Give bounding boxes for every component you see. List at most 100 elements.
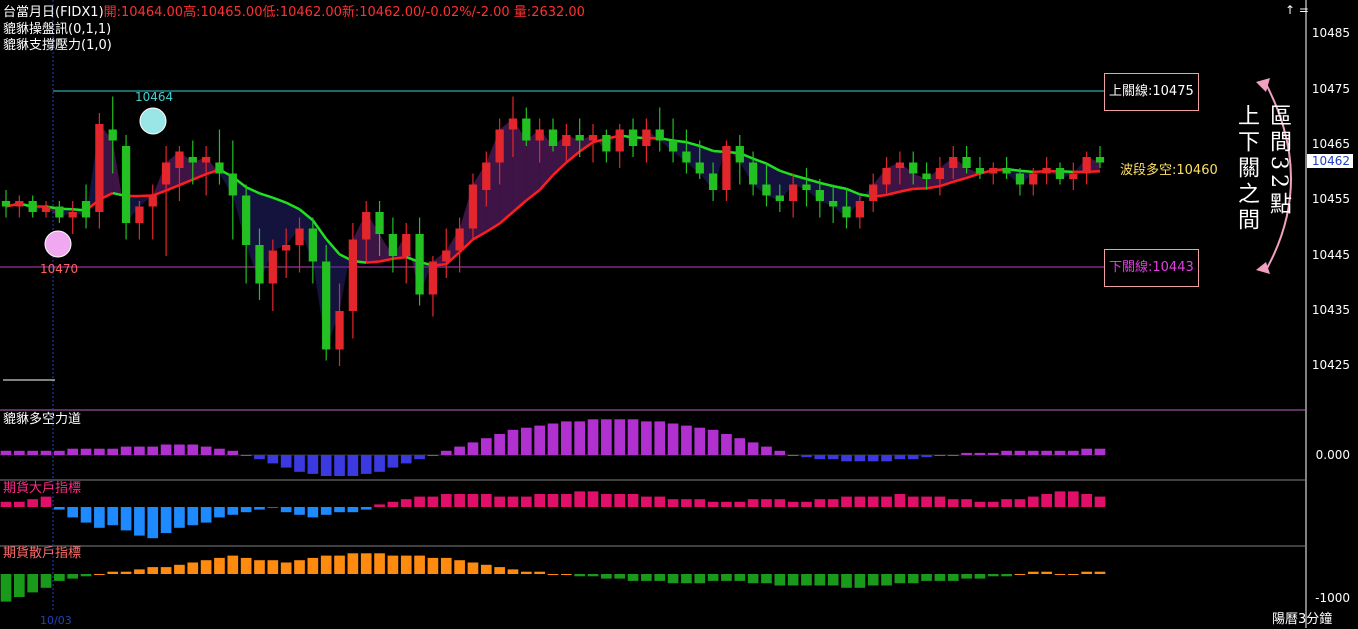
- retail-bar: [747, 574, 759, 584]
- arc-arrow-bottom-icon: [1256, 262, 1270, 274]
- candle-body: [148, 195, 157, 207]
- power-bar: [14, 450, 25, 455]
- candle-body: [362, 212, 371, 240]
- candle-body: [989, 168, 998, 174]
- power-bar: [360, 455, 372, 474]
- power-bar: [1054, 450, 1066, 455]
- candle-body: [962, 157, 971, 168]
- low-marker-label: 10470: [40, 262, 79, 276]
- retail-bar: [214, 557, 225, 574]
- power-bar: [520, 427, 532, 455]
- big-trader-bar: [934, 496, 946, 507]
- big-trader-bar: [1027, 496, 1039, 507]
- window-controls-icon[interactable]: ↑ =: [1285, 3, 1309, 17]
- big-trader-bar: [414, 496, 425, 507]
- retail-bar: [360, 553, 372, 574]
- big-trader-bar: [240, 507, 252, 513]
- chart-title: 台當月日(FIDX1): [3, 5, 104, 20]
- candlesticks: [1, 96, 1105, 366]
- candle-body: [1069, 173, 1078, 179]
- retail-bar: [867, 574, 879, 586]
- retail-bar: [267, 560, 279, 574]
- power-bar: [761, 446, 772, 455]
- power-bar: [1067, 450, 1079, 455]
- big-trader-bar: [40, 496, 52, 507]
- candle-body: [28, 201, 37, 212]
- power-bar: [747, 442, 759, 455]
- candle: [1042, 157, 1051, 185]
- power-bar: [160, 444, 172, 455]
- candle-body: [68, 212, 77, 218]
- candle-body: [975, 168, 985, 174]
- retail-bar: [707, 574, 719, 581]
- big-trader-bar: [294, 507, 305, 515]
- big-trader-bar: [227, 507, 239, 515]
- retail-bar: [961, 574, 972, 579]
- price-tick: 10425: [1311, 358, 1350, 372]
- big-trader-bar: [987, 501, 999, 507]
- power-bar: [801, 455, 812, 458]
- candle-body: [1029, 173, 1038, 185]
- retail-bar: [427, 557, 439, 574]
- retail-bar: [1054, 574, 1066, 575]
- big-trader-bar: [1081, 494, 1092, 507]
- candle-body: [1002, 168, 1011, 174]
- power-bar: [107, 448, 119, 455]
- big-trader-bar: [174, 507, 185, 528]
- candle: [135, 201, 144, 240]
- retail-bar: [774, 574, 786, 586]
- power-bar: [454, 446, 465, 455]
- power-bar: [627, 419, 639, 455]
- candle: [348, 223, 358, 339]
- big-trader-bar: [761, 499, 772, 507]
- trend-label: 波段多空:10460: [1120, 163, 1218, 178]
- candle-body: [855, 201, 864, 218]
- candle-body: [575, 135, 584, 141]
- power-bar: [814, 455, 826, 460]
- power-bar: [400, 455, 412, 464]
- retail-bar: [80, 574, 92, 577]
- big-trader-bar: [320, 507, 332, 515]
- candle-body: [642, 129, 651, 146]
- candle: [869, 173, 878, 212]
- power-bar: [40, 450, 52, 455]
- candle-body: [949, 157, 958, 168]
- power-bar: [854, 455, 866, 462]
- candle-body: [829, 201, 838, 207]
- big-trader-bar: [881, 496, 892, 507]
- retail-bar: [27, 574, 39, 593]
- retail-bar: [107, 571, 119, 574]
- power-bar: [561, 421, 572, 455]
- candle: [428, 256, 438, 317]
- candle: [55, 201, 64, 223]
- candle: [1069, 162, 1078, 190]
- period-label[interactable]: 陽曆3分鐘: [1272, 612, 1332, 628]
- retail-bar: [1041, 571, 1052, 574]
- candle-body: [175, 151, 184, 168]
- retail-bar: [200, 560, 212, 574]
- retail-bar: [587, 574, 599, 577]
- big-trader-bar: [374, 504, 385, 507]
- big-trader-bar: [427, 496, 439, 507]
- candle-body: [1042, 168, 1051, 174]
- panel3-title: 期貨散戶指標: [3, 546, 82, 561]
- candle: [935, 157, 945, 196]
- retail-bar: [641, 574, 652, 581]
- candle-body: [762, 184, 771, 196]
- candle: [28, 195, 37, 218]
- big-trader-bar: [1041, 494, 1052, 507]
- power-bar: [867, 455, 879, 462]
- power-bar: [1081, 448, 1092, 455]
- candle: [68, 201, 77, 234]
- big-trader-bar: [1067, 491, 1079, 507]
- big-trader-bar: [614, 494, 626, 507]
- power-bar: [494, 434, 505, 455]
- retail-bar: [987, 574, 999, 577]
- candle-body: [188, 157, 197, 163]
- big-trader-bar: [707, 501, 719, 507]
- big-trader-bar: [787, 501, 799, 507]
- power-bar: [641, 421, 652, 455]
- power-bar: [694, 427, 706, 455]
- retail-bar: [1014, 574, 1026, 575]
- ma-segment: [366, 260, 380, 264]
